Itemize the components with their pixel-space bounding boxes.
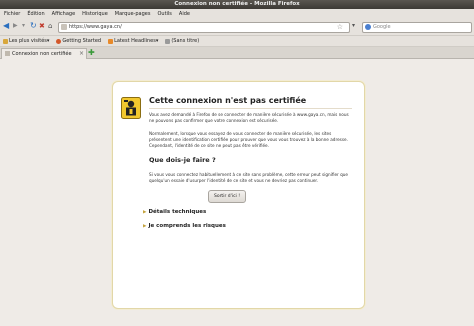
tab-bar: Connexion non certifiée × ✚ <box>0 47 474 59</box>
tab-label: Connexion non certifiée <box>12 51 72 57</box>
close-tab-icon[interactable]: × <box>79 49 84 59</box>
search-box[interactable]: Google <box>362 22 472 33</box>
back-button[interactable]: ◀ <box>3 21 9 31</box>
folder-icon <box>3 38 8 44</box>
what-to-do-text: Si vous vous connectez habituellement à … <box>149 172 348 183</box>
home-button[interactable]: ⌂ <box>48 21 52 31</box>
bookmark-untitled[interactable]: (Sans titre) <box>165 38 199 44</box>
menu-bookmarks[interactable]: Marque-pages <box>115 11 151 17</box>
history-dropdown[interactable]: ▾ <box>22 21 25 31</box>
menu-bar: Fichier Édition Affichage Historique Mar… <box>0 9 474 19</box>
home-icon: ⌂ <box>48 22 53 30</box>
url-bar[interactable]: https://www.gaya.cn/ ☆ <box>58 22 350 33</box>
understand-risks-label: Je comprends les risques <box>148 223 226 229</box>
reload-icon: ↻ <box>30 21 37 30</box>
chevron-down-icon: ▾ <box>46 38 50 44</box>
back-arrow-icon: ◀ <box>3 21 10 30</box>
bookmark-most-visited[interactable]: Les plus visités ▾ <box>3 38 49 44</box>
bookmark-star-icon[interactable]: ☆ <box>337 23 343 32</box>
url-history-button[interactable]: ▾ <box>352 21 355 31</box>
site-favicon <box>61 24 67 30</box>
triangle-right-icon: ▶ <box>143 224 147 229</box>
tab-connexion-non-certifiee[interactable]: Connexion non certifiée × <box>1 48 87 59</box>
plus-icon: ✚ <box>88 48 95 57</box>
menu-edit[interactable]: Édition <box>27 11 44 17</box>
rss-icon <box>108 38 114 44</box>
chevron-down-icon: ▾ <box>22 22 26 29</box>
page-icon <box>165 38 171 44</box>
bookmarks-toolbar: Les plus visités ▾ Getting Started Latest… <box>0 36 474 47</box>
forward-arrow-icon: ▶ <box>13 22 18 29</box>
google-icon <box>365 24 371 30</box>
page-content: Cette connexion n'est pas certifiée Vous… <box>0 59 474 326</box>
error-explanation: Normalement, lorsque vous essayez de vou… <box>149 131 348 148</box>
menu-history[interactable]: Historique <box>82 11 108 17</box>
menu-tools[interactable]: Outils <box>157 11 171 17</box>
chevron-down-icon: ▾ <box>352 22 356 29</box>
get-me-out-button[interactable]: Sortir d'ici ! <box>208 190 246 203</box>
search-placeholder: Google <box>373 24 391 30</box>
forward-button[interactable]: ▶ <box>13 21 18 31</box>
menu-file[interactable]: Fichier <box>4 11 20 17</box>
technical-details-label: Détails techniques <box>148 209 207 215</box>
what-to-do-heading: Que dois-je faire ? <box>149 156 216 164</box>
bookmark-label: Getting Started <box>62 38 102 44</box>
bookmark-getting-started[interactable]: Getting Started <box>56 38 101 44</box>
new-tab-button[interactable]: ✚ <box>88 48 95 57</box>
certificate-error-panel: Cette connexion n'est pas certifiée Vous… <box>112 81 365 309</box>
title-divider <box>149 108 352 109</box>
warning-officer-icon <box>121 97 141 119</box>
stop-button[interactable]: ✖ <box>39 21 45 31</box>
bookmark-latest-headlines[interactable]: Latest Headlines ▾ <box>108 38 158 44</box>
understand-risks-expander[interactable]: ▶ Je comprends les risques <box>143 223 226 229</box>
bookmark-label: Les plus visités <box>9 38 47 44</box>
bookmark-label: Latest Headlines <box>114 38 156 44</box>
window-title-bar: Connexion non certifiée - Mozilla Firefo… <box>0 0 474 9</box>
url-text: https://www.gaya.cn/ <box>69 24 122 30</box>
stop-icon: ✖ <box>39 22 45 30</box>
menu-view[interactable]: Affichage <box>52 11 76 17</box>
reload-button[interactable]: ↻ <box>30 21 37 31</box>
technical-details-expander[interactable]: ▶ Détails techniques <box>143 209 206 215</box>
page-icon <box>5 51 10 56</box>
window-title: Connexion non certifiée - Mozilla Firefo… <box>174 1 300 7</box>
triangle-right-icon: ▶ <box>143 210 147 215</box>
navigation-toolbar: ◀ ▶ ▾ ↻ ✖ ⌂ https://www.gaya.cn/ ☆ ▾ Goo… <box>0 19 474 36</box>
firefox-icon <box>56 38 62 44</box>
error-description: Vous avez demandé à Firefox de se connec… <box>149 112 349 123</box>
bookmark-label: (Sans titre) <box>171 38 200 44</box>
chevron-down-icon: ▾ <box>155 38 159 44</box>
error-title: Cette connexion n'est pas certifiée <box>149 96 307 105</box>
menu-help[interactable]: Aide <box>179 11 190 17</box>
